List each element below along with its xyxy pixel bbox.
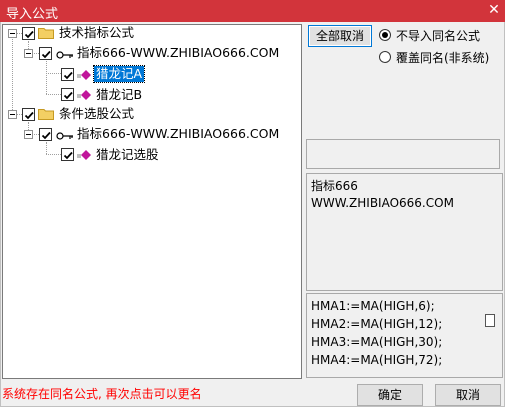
tree-checkbox[interactable] xyxy=(39,47,52,60)
tree-checkbox[interactable] xyxy=(22,27,35,40)
formula-tree[interactable]: 技术指标公式 指标666-WWW.ZHIBIAO666.COM 猎龙记A 猎龙记… xyxy=(2,24,302,379)
code-line: HMA3:=MA(HIGH,30); xyxy=(311,335,443,349)
tree-node-label: 指标666-WWW.ZHIBIAO666.COM xyxy=(77,45,280,60)
overwrite-duplicates-radio[interactable] xyxy=(379,51,391,63)
tree-node-label: 指标666-WWW.ZHIBIAO666.COM xyxy=(77,126,280,141)
tree-guide xyxy=(46,61,47,94)
code-line: HMA4:=MA(HIGH,72); xyxy=(311,353,443,367)
skip-duplicates-radio[interactable] xyxy=(379,29,391,41)
collapse-icon[interactable] xyxy=(24,130,33,139)
formula-diamond-icon xyxy=(77,70,91,80)
window-title: 导入公式 xyxy=(6,7,59,22)
info-line-name: 指标666 xyxy=(311,179,358,193)
status-message: 系统存在同名公式, 再次点击可以更名 xyxy=(2,387,202,401)
skip-duplicates-label[interactable]: 不导入同名公式 xyxy=(396,27,480,44)
formula-diamond-icon xyxy=(77,90,91,100)
tree-node-label: 猎龙记A xyxy=(92,65,146,83)
key-icon xyxy=(56,51,73,59)
ok-button[interactable]: 确定 xyxy=(357,384,423,406)
tree-checkbox[interactable] xyxy=(61,88,74,101)
formula-diamond-icon xyxy=(77,150,91,160)
tree-node-label: 条件选股公式 xyxy=(59,106,135,121)
collapse-icon[interactable] xyxy=(24,49,33,58)
tree-node-label: 猎龙记选股 xyxy=(96,147,159,162)
code-line: HMA2:=MA(HIGH,12); xyxy=(311,317,443,331)
overwrite-duplicates-label[interactable]: 覆盖同名(非系统) xyxy=(396,49,489,66)
empty-field xyxy=(306,139,500,169)
tree-guide xyxy=(46,142,47,154)
title-bar: 导入公式 ✕ xyxy=(0,0,505,22)
info-line-url: WWW.ZHIBIAO666.COM xyxy=(311,196,454,210)
tree-checkbox[interactable] xyxy=(22,108,35,121)
deselect-all-button[interactable]: 全部取消 xyxy=(308,25,372,47)
close-icon[interactable]: ✕ xyxy=(483,0,505,22)
tree-guide xyxy=(46,73,61,74)
formula-code-preview[interactable]: HMA1:=MA(HIGH,6); HMA2:=MA(HIGH,12); HMA… xyxy=(306,293,503,378)
key-icon xyxy=(56,132,73,140)
formula-info-panel: 指标666 WWW.ZHIBIAO666.COM xyxy=(306,173,503,291)
tree-checkbox[interactable] xyxy=(61,68,74,81)
tree-checkbox[interactable] xyxy=(61,148,74,161)
code-line: HMA1:=MA(HIGH,6); xyxy=(311,299,435,313)
tree-checkbox[interactable] xyxy=(39,128,52,141)
folder-icon xyxy=(38,28,54,39)
cancel-button[interactable]: 取消 xyxy=(435,384,501,406)
tree-node-label: 技术指标公式 xyxy=(59,25,135,40)
scroll-indicator[interactable] xyxy=(485,314,495,327)
tree-guide xyxy=(12,37,13,114)
collapse-icon[interactable] xyxy=(8,29,17,38)
collapse-icon[interactable] xyxy=(8,110,17,119)
tree-guide xyxy=(46,94,61,95)
tree-node-label: 猎龙记B xyxy=(96,87,143,102)
tree-guide xyxy=(46,154,61,155)
folder-icon xyxy=(38,109,54,120)
